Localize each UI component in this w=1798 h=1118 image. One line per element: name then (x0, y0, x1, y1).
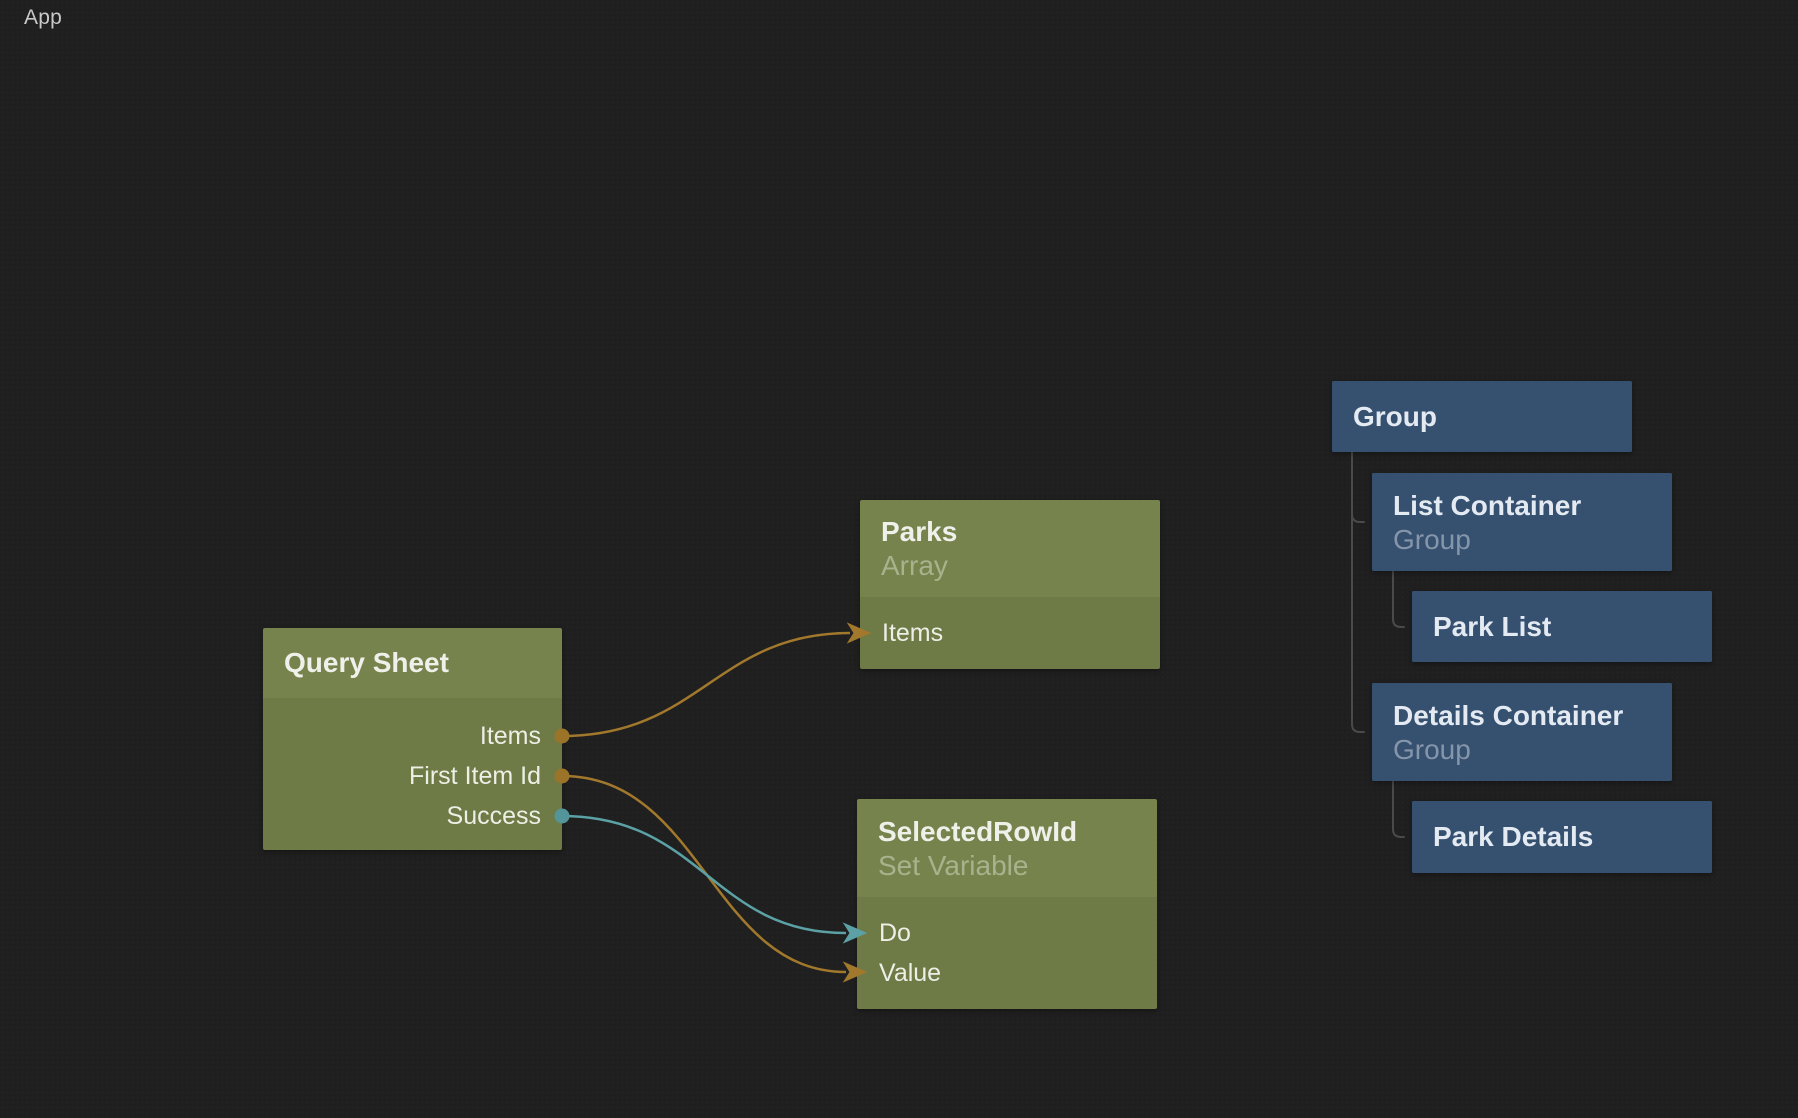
output-port-dot-first-item-id[interactable] (555, 769, 570, 784)
connection-wire-items-to-parks[interactable] (562, 633, 850, 736)
node-park-details[interactable]: Park Details (1412, 801, 1712, 873)
node-editor-canvas[interactable]: App Query Sheet Items First Item Id Succ… (0, 0, 1798, 1118)
node-title: Park List (1433, 610, 1712, 644)
node-header: List Container Group (1372, 473, 1672, 571)
node-header: Parks Array (860, 500, 1160, 597)
output-port-items[interactable]: Items (263, 716, 562, 756)
node-header: SelectedRowId Set Variable (857, 799, 1157, 897)
input-port-items[interactable]: Items (860, 613, 1160, 653)
input-port-value[interactable]: Value (857, 953, 1157, 993)
node-header: Park List (1412, 591, 1712, 662)
node-group[interactable]: Group (1332, 381, 1632, 452)
node-header: Query Sheet (263, 628, 562, 698)
node-body: Items (860, 597, 1160, 669)
output-port-dot-items[interactable] (555, 729, 570, 744)
node-details-container[interactable]: Details Container Group (1372, 683, 1672, 781)
node-body: Items First Item Id Success (263, 698, 562, 850)
node-title: Parks (881, 515, 1160, 549)
node-title: Query Sheet (284, 646, 562, 680)
node-title: SelectedRowId (878, 815, 1157, 849)
node-title: Details Container (1393, 699, 1672, 733)
node-list-container[interactable]: List Container Group (1372, 473, 1672, 571)
node-type-label: Group (1393, 733, 1672, 766)
breadcrumb-app[interactable]: App (24, 6, 62, 30)
node-body: Do Value (857, 897, 1157, 1009)
node-type-label: Array (881, 549, 1160, 582)
node-parks[interactable]: Parks Array Items (860, 500, 1160, 669)
tree-connector-line (1393, 781, 1404, 837)
node-title: List Container (1393, 489, 1672, 523)
node-header: Group (1332, 381, 1632, 452)
node-park-list[interactable]: Park List (1412, 591, 1712, 662)
node-title: Park Details (1433, 820, 1712, 854)
node-query-sheet[interactable]: Query Sheet Items First Item Id Success (263, 628, 562, 850)
node-header: Park Details (1412, 801, 1712, 873)
tree-connector-line (1393, 571, 1404, 627)
tree-connector-line (1352, 452, 1364, 732)
output-port-dot-success[interactable] (555, 809, 570, 824)
node-type-label: Set Variable (878, 849, 1157, 882)
input-port-do[interactable]: Do (857, 913, 1157, 953)
node-selected-row-id[interactable]: SelectedRowId Set Variable Do Value (857, 799, 1157, 1009)
tree-connector-line (1352, 514, 1364, 522)
output-port-first-item-id[interactable]: First Item Id (263, 756, 562, 796)
node-title: Group (1353, 400, 1632, 434)
node-header: Details Container Group (1372, 683, 1672, 781)
node-type-label: Group (1393, 523, 1672, 556)
output-port-success[interactable]: Success (263, 796, 562, 836)
connection-wire-success-to-do[interactable] (562, 816, 846, 933)
